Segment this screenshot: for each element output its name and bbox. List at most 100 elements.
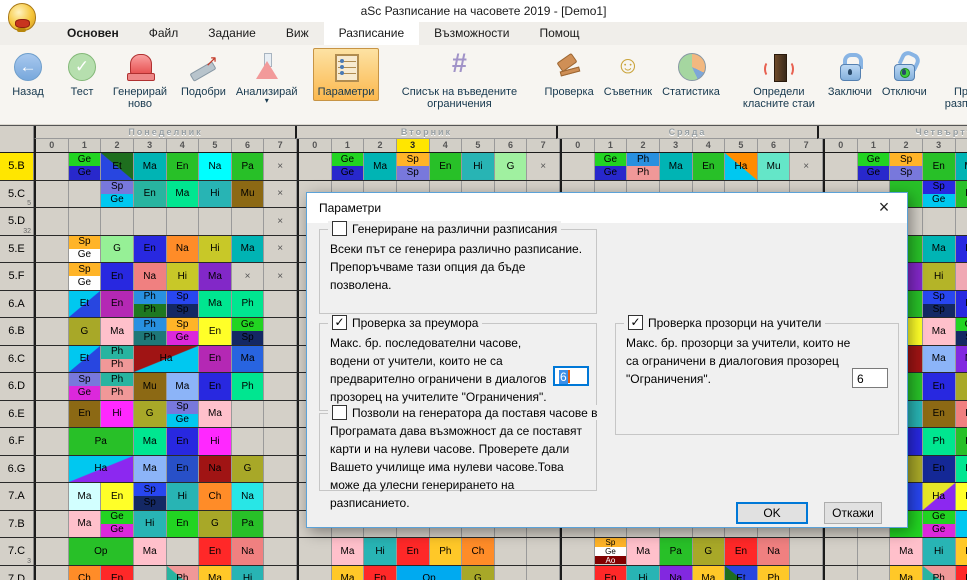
lesson-cell[interactable]: Hi <box>199 236 232 263</box>
lesson-cell[interactable]: GeGe <box>332 153 365 180</box>
lesson-cell[interactable] <box>36 208 69 235</box>
period-header[interactable]: 3 <box>660 139 693 152</box>
cancel-button[interactable]: Откажи <box>824 502 882 524</box>
ribbon-button-статистика[interactable]: Статистика <box>657 48 725 101</box>
lesson-cell[interactable]: Ph <box>232 373 265 400</box>
lesson-cell[interactable]: Ph <box>956 456 967 483</box>
lesson-cell[interactable]: En <box>725 538 758 565</box>
lesson-cell[interactable] <box>790 538 823 565</box>
different-timetables-checkbox[interactable] <box>332 221 347 236</box>
lesson-cell[interactable]: Op <box>69 538 134 565</box>
lesson-cell[interactable]: Ch <box>69 566 102 580</box>
lesson-cell[interactable]: Hi <box>101 401 134 428</box>
period-header[interactable]: 5 <box>199 139 232 152</box>
lesson-cell[interactable]: Ma <box>693 566 726 580</box>
lesson-cell[interactable] <box>299 153 332 180</box>
lesson-cell[interactable] <box>36 511 69 538</box>
lesson-cell[interactable] <box>562 153 595 180</box>
lesson-cell[interactable]: Ph <box>758 566 791 580</box>
lesson-cell[interactable]: En <box>134 236 167 263</box>
ribbon-button-параметри[interactable]: Параметри <box>313 48 380 101</box>
lesson-cell[interactable]: PhPh <box>101 346 134 373</box>
period-header[interactable]: 2 <box>101 139 134 152</box>
lesson-cell[interactable]: Hi <box>199 428 232 455</box>
lesson-cell[interactable]: SpSp <box>167 291 200 318</box>
lesson-cell[interactable]: Ph <box>923 566 956 580</box>
lesson-cell[interactable]: Ph <box>167 566 200 580</box>
lesson-cell[interactable]: Et <box>101 153 134 180</box>
lesson-cell[interactable] <box>36 346 69 373</box>
period-header[interactable]: 4 <box>956 139 967 152</box>
lesson-cell[interactable] <box>562 566 595 580</box>
lesson-cell[interactable]: × <box>527 153 560 180</box>
lesson-cell[interactable]: SpSp <box>134 483 167 510</box>
lesson-cell[interactable]: Na <box>199 153 232 180</box>
lesson-cell[interactable]: Na <box>134 263 167 290</box>
class-label[interactable]: 6.C <box>0 346 34 373</box>
period-header[interactable]: 2 <box>627 139 660 152</box>
lesson-cell[interactable]: Ma <box>232 346 265 373</box>
ribbon-button-генерирай-ново[interactable]: Генерирай ново <box>104 48 176 113</box>
lesson-cell[interactable]: Pa <box>232 153 265 180</box>
lesson-cell[interactable]: Ma <box>923 346 956 373</box>
ribbon-button-назад[interactable]: ←Назад <box>6 48 50 101</box>
lesson-cell[interactable]: Ma <box>69 511 102 538</box>
lesson-cell[interactable]: En <box>101 291 134 318</box>
lesson-cell[interactable]: Ma <box>199 263 232 290</box>
lesson-cell[interactable]: Ma <box>69 483 102 510</box>
lesson-cell[interactable]: En <box>101 483 134 510</box>
lesson-cell[interactable]: Ma <box>923 318 956 345</box>
period-header[interactable]: 1 <box>69 139 102 152</box>
lesson-cell[interactable]: SpGe <box>923 181 956 208</box>
period-header[interactable]: 4 <box>693 139 726 152</box>
tab-Файл[interactable]: Файл <box>134 22 194 45</box>
lesson-cell[interactable]: Ma <box>167 373 200 400</box>
lesson-cell[interactable]: Hi <box>167 483 200 510</box>
class-label[interactable]: 5.B <box>0 153 34 180</box>
lesson-cell[interactable]: GeGe <box>595 153 628 180</box>
lesson-cell[interactable]: × <box>264 236 297 263</box>
lesson-cell[interactable]: SpGeAo <box>595 538 628 565</box>
lesson-cell[interactable]: En <box>956 291 967 318</box>
lesson-cell[interactable]: GeGe <box>858 153 891 180</box>
zero-lessons-checkbox[interactable] <box>332 405 347 420</box>
lesson-cell[interactable]: Ma <box>134 538 167 565</box>
ribbon-button-определи-класните-стаи[interactable]: Определи класните стаи <box>735 48 823 113</box>
lesson-cell[interactable]: Na <box>199 456 232 483</box>
tab-Основен[interactable]: Основен <box>52 22 134 45</box>
ribbon-button-подобри[interactable]: ↗Подобри <box>176 48 231 101</box>
lesson-cell[interactable] <box>36 483 69 510</box>
class-label[interactable]: 6.G <box>0 456 34 483</box>
lesson-cell[interactable]: Ph <box>956 538 967 565</box>
lesson-cell[interactable]: En <box>69 401 102 428</box>
class-label[interactable]: 7.D <box>0 566 34 580</box>
lesson-cell[interactable] <box>825 153 858 180</box>
lesson-cell[interactable]: G <box>69 318 102 345</box>
lesson-cell[interactable]: SpGe <box>69 236 102 263</box>
lesson-cell[interactable]: Ma <box>167 181 200 208</box>
lesson-cell[interactable]: G <box>956 263 967 290</box>
class-label[interactable]: 6.A <box>0 291 34 318</box>
lesson-cell[interactable] <box>36 373 69 400</box>
lesson-cell[interactable]: GeSp <box>956 318 967 345</box>
lesson-cell[interactable] <box>101 208 134 235</box>
app-icon[interactable] <box>6 2 36 34</box>
lesson-cell[interactable]: PhPh <box>134 291 167 318</box>
lesson-cell[interactable]: G <box>956 373 967 400</box>
lesson-cell[interactable]: Na <box>232 538 265 565</box>
lesson-cell[interactable]: En <box>956 236 967 263</box>
lesson-cell[interactable] <box>36 566 69 580</box>
lesson-cell[interactable]: Hi <box>462 153 495 180</box>
lesson-cell[interactable]: Ha <box>725 153 758 180</box>
lesson-cell[interactable]: Ma <box>199 291 232 318</box>
lesson-cell[interactable] <box>134 566 167 580</box>
lesson-cell[interactable] <box>36 456 69 483</box>
lesson-cell[interactable]: GeGe <box>69 153 102 180</box>
lesson-cell[interactable]: En <box>101 263 134 290</box>
lesson-cell[interactable]: SpSp <box>890 153 923 180</box>
lesson-cell[interactable]: × <box>264 181 297 208</box>
lesson-cell[interactable] <box>36 236 69 263</box>
lesson-cell[interactable]: Hi <box>923 538 956 565</box>
period-header[interactable]: 1 <box>332 139 365 152</box>
lesson-cell[interactable]: × <box>264 153 297 180</box>
